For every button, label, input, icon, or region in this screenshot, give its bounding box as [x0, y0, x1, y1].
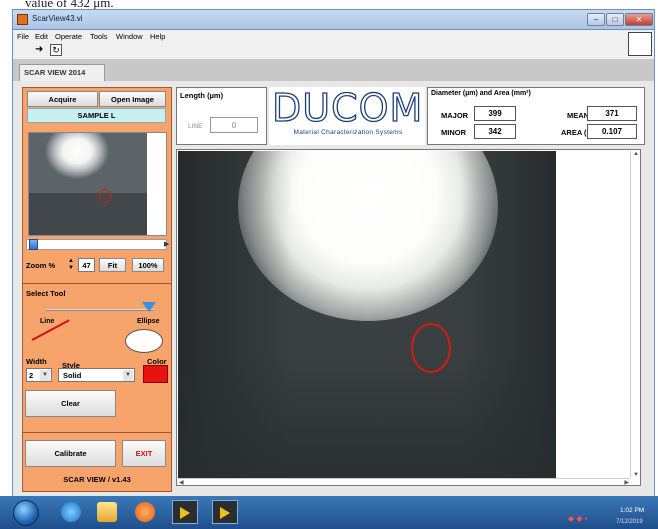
major-value: 399 — [474, 106, 516, 121]
minimize-button[interactable]: – — [587, 13, 605, 26]
width-select[interactable]: 2 ▼ — [26, 368, 52, 382]
internet-explorer-icon[interactable] — [61, 502, 81, 522]
ellipse-tool-label: Ellipse — [137, 318, 160, 325]
image-dark-region — [178, 351, 556, 478]
minor-label: MINOR — [441, 128, 466, 137]
slider-end-arrow-icon: ▶ — [164, 241, 170, 248]
scroll-left-icon[interactable]: ◀ — [179, 479, 184, 486]
minor-value: 342 — [474, 124, 516, 139]
open-image-button[interactable]: Open Image — [99, 91, 166, 107]
tool-slider[interactable] — [46, 309, 154, 311]
zoom-100-button[interactable]: 100% — [132, 258, 164, 272]
mean-value: 371 — [587, 106, 637, 121]
start-button[interactable] — [13, 500, 39, 526]
line-length-field: 0 — [210, 117, 258, 133]
style-select[interactable]: Solid ▼ — [58, 368, 135, 382]
thumbnail-view[interactable] — [28, 132, 167, 236]
divider — [22, 283, 172, 284]
tab-strip: SCAR VIEW 2014 — [12, 59, 655, 81]
menu-window[interactable]: Window — [116, 32, 143, 41]
labview-play-icon — [220, 507, 230, 519]
menu-operate[interactable]: Operate — [55, 32, 82, 41]
window-titlebar[interactable]: ScarView43.vi – □ ✕ — [12, 9, 655, 30]
scar-image[interactable] — [178, 151, 556, 478]
acquire-button[interactable]: Acquire — [27, 91, 98, 107]
diameter-title: Diameter (µm) and Area (mm²) — [431, 90, 531, 97]
file-explorer-icon[interactable] — [97, 502, 117, 522]
area-value: 0.107 — [587, 124, 637, 139]
chevron-down-icon[interactable]: ▼ — [123, 370, 133, 381]
menu-edit[interactable]: Edit — [35, 32, 48, 41]
sample-name: SAMPLE L — [27, 108, 166, 123]
divider — [22, 432, 172, 433]
vi-icon-pane — [628, 32, 652, 56]
calibrate-button[interactable]: Calibrate — [25, 440, 116, 467]
mean-label: MEAN — [567, 111, 590, 120]
zoom-slider-handle[interactable] — [29, 239, 38, 250]
tab-scar-view[interactable]: SCAR VIEW 2014 — [19, 64, 105, 81]
menu-file[interactable]: File — [17, 32, 29, 41]
thumbnail-image — [29, 133, 147, 235]
abort-icon[interactable]: ↻ — [50, 44, 62, 56]
menu-tools[interactable]: Tools — [90, 32, 108, 41]
labview-task-icon[interactable] — [172, 500, 198, 524]
select-tool-label: Select Tool — [26, 289, 66, 298]
line-tool-label: Line — [40, 318, 55, 325]
style-select-value: Solid — [63, 371, 82, 380]
zoom-slider[interactable] — [26, 239, 167, 250]
scroll-down-icon[interactable]: ▼ — [633, 472, 639, 478]
fit-button[interactable]: Fit — [99, 258, 126, 272]
scroll-up-icon[interactable]: ▲ — [633, 151, 639, 157]
width-select-value: 2 — [29, 371, 34, 380]
maximize-button[interactable]: □ — [606, 13, 624, 26]
menu-help[interactable]: Help — [150, 32, 165, 41]
run-arrow-icon[interactable]: ➜ — [35, 45, 43, 55]
vertical-scrollbar[interactable]: ▲ ▼ — [630, 151, 640, 478]
labview-play-icon — [180, 507, 190, 519]
logo-subtitle: Material Characterization Systems — [293, 129, 403, 136]
menu-bar: File Edit Operate Tools Window Help — [12, 30, 655, 43]
labview-app-icon — [17, 14, 28, 25]
version-label: SCAR VIEW / v1.43 — [63, 475, 131, 484]
chevron-down-icon[interactable]: ▼ — [40, 370, 50, 381]
clock-date[interactable]: 7/12/2019 — [616, 519, 643, 525]
zoom-stepper-icon[interactable]: ▲ ▼ — [68, 258, 76, 272]
horizontal-scrollbar[interactable]: ◀ ▶ — [178, 478, 630, 486]
labview-task-icon[interactable] — [212, 500, 238, 524]
major-label: MAJOR — [441, 111, 469, 120]
scar-ellipse-overlay[interactable] — [411, 323, 451, 373]
thumbnail-ellipse-marker — [99, 189, 111, 203]
ellipse-tool-icon — [125, 329, 163, 353]
page-caption: value of 432 μm. — [25, 0, 114, 9]
length-title: Length (µm) — [180, 91, 224, 100]
line-length-label: LINE — [188, 123, 203, 130]
zoom-label: Zoom % — [26, 261, 56, 270]
clear-button[interactable]: Clear — [25, 390, 116, 417]
tool-slider-handle[interactable] — [142, 302, 156, 312]
window-title: ScarView43.vi — [32, 14, 83, 23]
close-button[interactable]: ✕ — [625, 13, 653, 26]
zoom-value-field[interactable]: 47 — [78, 258, 95, 272]
color-swatch[interactable] — [143, 365, 168, 383]
system-tray-icons[interactable]: ◆ ◆ ▪ — [568, 514, 588, 523]
scroll-right-icon[interactable]: ▶ — [624, 479, 629, 486]
width-label: Width — [26, 357, 47, 366]
media-player-icon[interactable] — [135, 502, 155, 522]
exit-button[interactable]: EXIT — [122, 440, 166, 467]
clock-time[interactable]: 1:02 PM — [620, 507, 644, 514]
logo-wordmark: DUCOM — [271, 86, 424, 130]
toolbar: ➜ ↻ — [12, 43, 655, 59]
